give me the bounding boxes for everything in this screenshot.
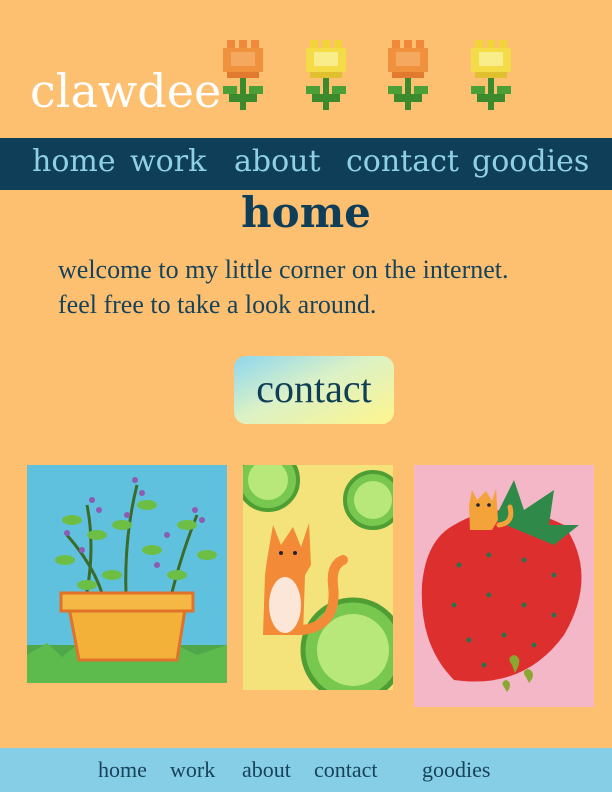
yellow-tulip-icon (471, 40, 511, 110)
strawberry-and-cat-painting[interactable] (414, 465, 594, 707)
yellow-tulip-icon (306, 40, 346, 110)
footer-link-work[interactable]: work (170, 757, 215, 783)
nav-link-contact[interactable]: contact (346, 144, 459, 179)
orange-tulip-icon (223, 40, 263, 110)
potted-plant-painting[interactable] (27, 465, 227, 683)
contact-button[interactable]: contact (234, 356, 394, 424)
site-header: clawdee (0, 0, 612, 138)
footer-link-goodies[interactable]: goodies (422, 757, 490, 783)
footer-link-about[interactable]: about (242, 757, 291, 783)
orange-tulip-icon (388, 40, 428, 110)
footer-link-contact[interactable]: contact (314, 757, 378, 783)
site-logo[interactable]: clawdee (30, 64, 221, 118)
welcome-line-2: feel free to take a look around. (58, 290, 377, 319)
footer-link-home[interactable]: home (98, 757, 147, 783)
nav-link-about[interactable]: about (234, 144, 321, 179)
welcome-line-1: welcome to my little corner on the inter… (58, 255, 509, 284)
nav-link-work[interactable]: work (130, 144, 206, 179)
nav-link-home[interactable]: home (32, 144, 116, 179)
welcome-text: welcome to my little corner on the inter… (58, 252, 598, 322)
nav-link-goodies[interactable]: goodies (472, 144, 589, 179)
cat-and-limes-painting[interactable] (243, 465, 393, 690)
footer-navigation: home work about contact goodies (0, 748, 612, 792)
top-navigation: home work about contact goodies (0, 138, 612, 190)
page-title: home (241, 188, 371, 237)
